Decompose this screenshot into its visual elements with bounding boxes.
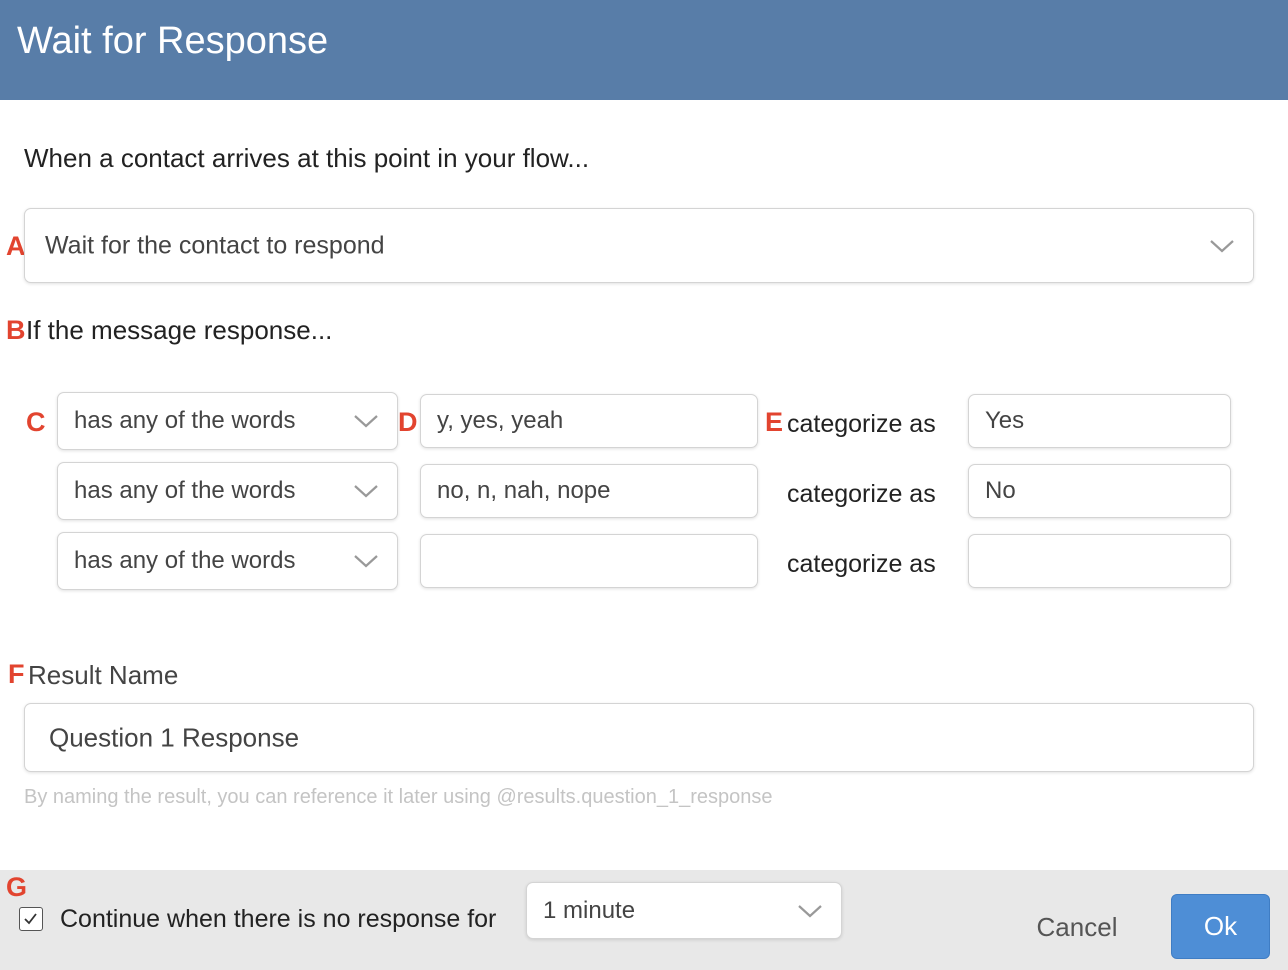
rule-category-value: Yes <box>985 407 1025 434</box>
rule-category-input[interactable] <box>968 534 1231 588</box>
result-name-label: Result Name <box>28 660 179 690</box>
rule-operator-select[interactable]: has any of the words <box>57 532 398 590</box>
rule-operator-select[interactable]: has any of the words <box>57 392 398 450</box>
rule-operator-select[interactable]: has any of the words <box>57 462 398 520</box>
rule-arguments-input[interactable]: no, n, nah, nope <box>420 464 758 518</box>
ok-button[interactable]: Ok <box>1171 894 1270 959</box>
marker-f: F <box>8 659 25 689</box>
rules-heading: If the message response... <box>26 315 333 345</box>
rule-arguments-value: no, n, nah, nope <box>437 477 611 504</box>
categorize-label: categorize as <box>787 410 936 438</box>
timeout-select[interactable]: 1 minute <box>526 882 842 939</box>
marker-a: A <box>6 231 26 261</box>
rule-arguments-input[interactable] <box>420 534 758 588</box>
rule-category-input[interactable]: No <box>968 464 1231 518</box>
chevron-down-icon <box>354 415 378 428</box>
chevron-down-icon <box>354 485 378 498</box>
rule-arguments-input[interactable]: y, yes, yeah <box>420 394 758 448</box>
rule-category-value: No <box>985 477 1016 504</box>
chevron-down-icon <box>798 904 822 917</box>
cancel-button[interactable]: Cancel <box>1010 905 1144 949</box>
rule-operator-value: has any of the words <box>74 547 296 574</box>
categorize-label: categorize as <box>787 550 936 578</box>
result-name-help: By naming the result, you can reference … <box>24 786 773 808</box>
marker-c: C <box>26 407 46 437</box>
timeout-value: 1 minute <box>543 896 636 924</box>
intro-text: When a contact arrives at this point in … <box>24 143 590 173</box>
wait-mode-select[interactable]: Wait for the contact to respond <box>24 208 1254 283</box>
continue-label: Continue when there is no response for <box>60 905 497 933</box>
dialog-header: Wait for Response <box>0 0 1288 100</box>
chevron-down-icon <box>1210 239 1234 252</box>
wait-mode-value: Wait for the contact to respond <box>45 231 385 259</box>
rule-operator-value: has any of the words <box>74 477 296 504</box>
rule-arguments-value: y, yes, yeah <box>437 407 564 434</box>
result-name-value: Question 1 Response <box>49 722 300 752</box>
rule-operator-value: has any of the words <box>74 407 296 434</box>
marker-e: E <box>765 407 784 437</box>
categorize-label: categorize as <box>787 480 936 508</box>
rule-category-input[interactable]: Yes <box>968 394 1231 448</box>
result-name-input[interactable]: Question 1 Response <box>24 703 1254 772</box>
marker-g: G <box>6 872 28 902</box>
marker-d: D <box>398 407 418 437</box>
checkmark-icon <box>24 913 37 925</box>
marker-b: B <box>6 315 26 345</box>
continue-checkbox[interactable] <box>19 907 43 931</box>
dialog-title: Wait for Response <box>17 20 329 62</box>
chevron-down-icon <box>354 555 378 568</box>
